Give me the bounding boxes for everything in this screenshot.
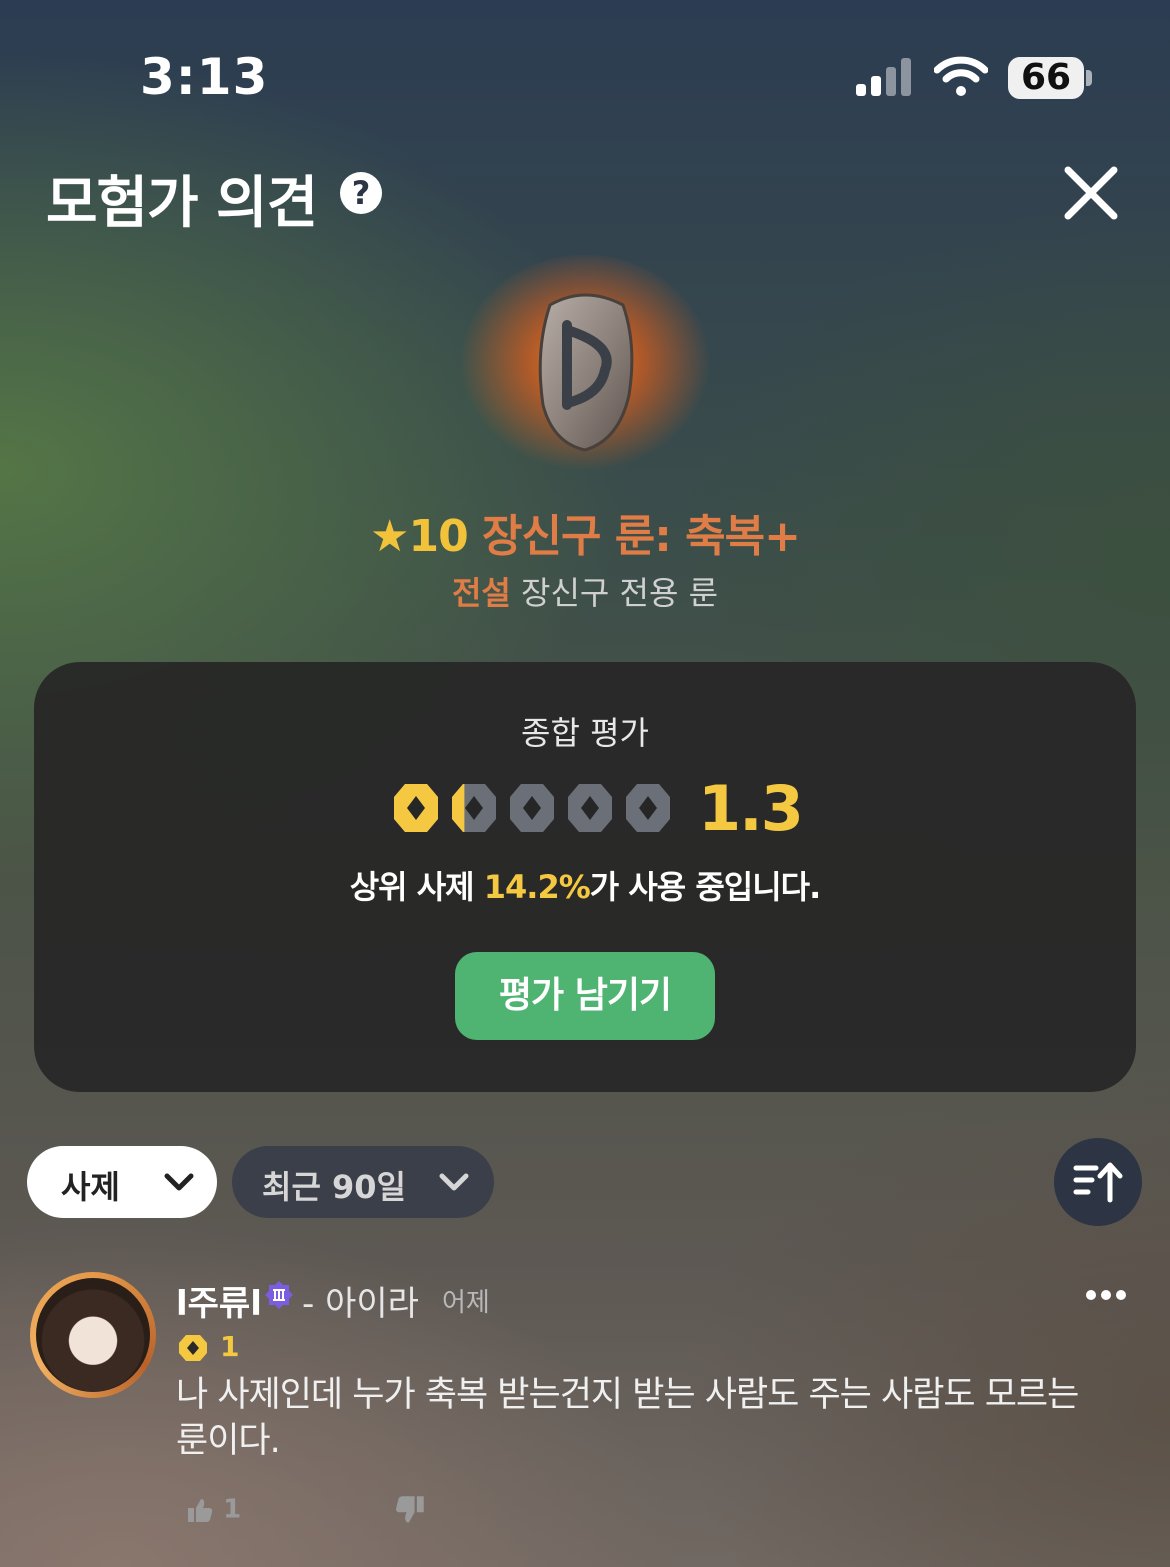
comment-text: 나 사제인데 누가 축복 받는건지 받는 사람도 주는 사람도 모르는 룬이다. — [176, 1375, 1079, 1461]
usage-text: 상위 사제 14.2%가 사용 중입니다. — [34, 862, 1136, 908]
rating-gem-3 — [510, 784, 554, 832]
usage-prefix: 상위 사제 — [349, 868, 484, 906]
rating-row: 1.3 — [390, 772, 810, 845]
rating-gem-5 — [626, 784, 670, 832]
leave-rating-button[interactable]: 평가 남기기 — [455, 952, 715, 1040]
star-icon: ★ — [370, 511, 409, 562]
like-button[interactable]: 1 — [186, 1494, 276, 1526]
comment-date: 어제 — [442, 1288, 490, 1318]
avatar-image — [36, 1278, 150, 1392]
comment-rating: 1 — [220, 1330, 240, 1363]
item-grade: 전설 — [451, 574, 511, 612]
avatar[interactable] — [30, 1272, 156, 1398]
battery-level: 66 — [1008, 57, 1084, 99]
usage-suffix: 가 사용 중입니다. — [589, 868, 822, 906]
summary-title: 종합 평가 — [521, 714, 649, 752]
comment-server: - 아이라 — [302, 1284, 419, 1324]
battery-nub — [1086, 70, 1092, 86]
status-time: 3:13 — [140, 48, 269, 106]
rune-item-image — [460, 255, 710, 475]
chevron-down-icon — [439, 1173, 469, 1191]
rating-summary-card: 종합 평가 1.3 상위 사제 14.2%가 사용 중입니다. 평가 남기기 — [34, 662, 1136, 1092]
thumbs-up-icon — [188, 1498, 213, 1522]
help-icon[interactable]: ? — [340, 172, 382, 214]
usage-percent: 14.2% — [483, 868, 591, 906]
page-title: 모험가 의견 — [46, 171, 318, 236]
close-icon[interactable] — [1062, 164, 1120, 222]
item-type: 장신구 전용 룬 — [510, 574, 719, 612]
cellular-signal-icon — [856, 58, 911, 96]
rating-gem-2 — [452, 784, 496, 832]
sort-icon[interactable] — [1054, 1138, 1142, 1226]
item-title: 장신구 룬: 축복+ — [467, 511, 801, 562]
rating-score: 1.3 — [698, 772, 804, 845]
period-filter-label: 최근 90일 — [262, 1168, 406, 1206]
item-name: ★10 장신구 룬: 축복+ — [0, 500, 1170, 564]
comment-author[interactable]: l주류l — [176, 1276, 262, 1325]
class-badge-icon — [265, 1281, 293, 1309]
thumbs-down-icon[interactable] — [394, 1494, 426, 1526]
class-filter-label: 사제 — [61, 1168, 120, 1206]
item-level: 10 — [408, 511, 468, 562]
period-filter-dropdown[interactable]: 최근 90일 — [232, 1146, 494, 1218]
class-filter-dropdown[interactable]: 사제 — [27, 1146, 217, 1218]
rating-gem-4 — [568, 784, 612, 832]
more-options-icon[interactable] — [1084, 1288, 1128, 1302]
wifi-icon — [934, 56, 988, 96]
rating-gem-icon — [179, 1335, 207, 1361]
like-count: 1 — [223, 1494, 242, 1525]
rating-gems — [394, 784, 670, 832]
chevron-down-icon — [164, 1173, 194, 1191]
rating-gem-1 — [394, 784, 438, 832]
item-subtitle: 전설 장신구 전용 룬 — [0, 568, 1170, 614]
